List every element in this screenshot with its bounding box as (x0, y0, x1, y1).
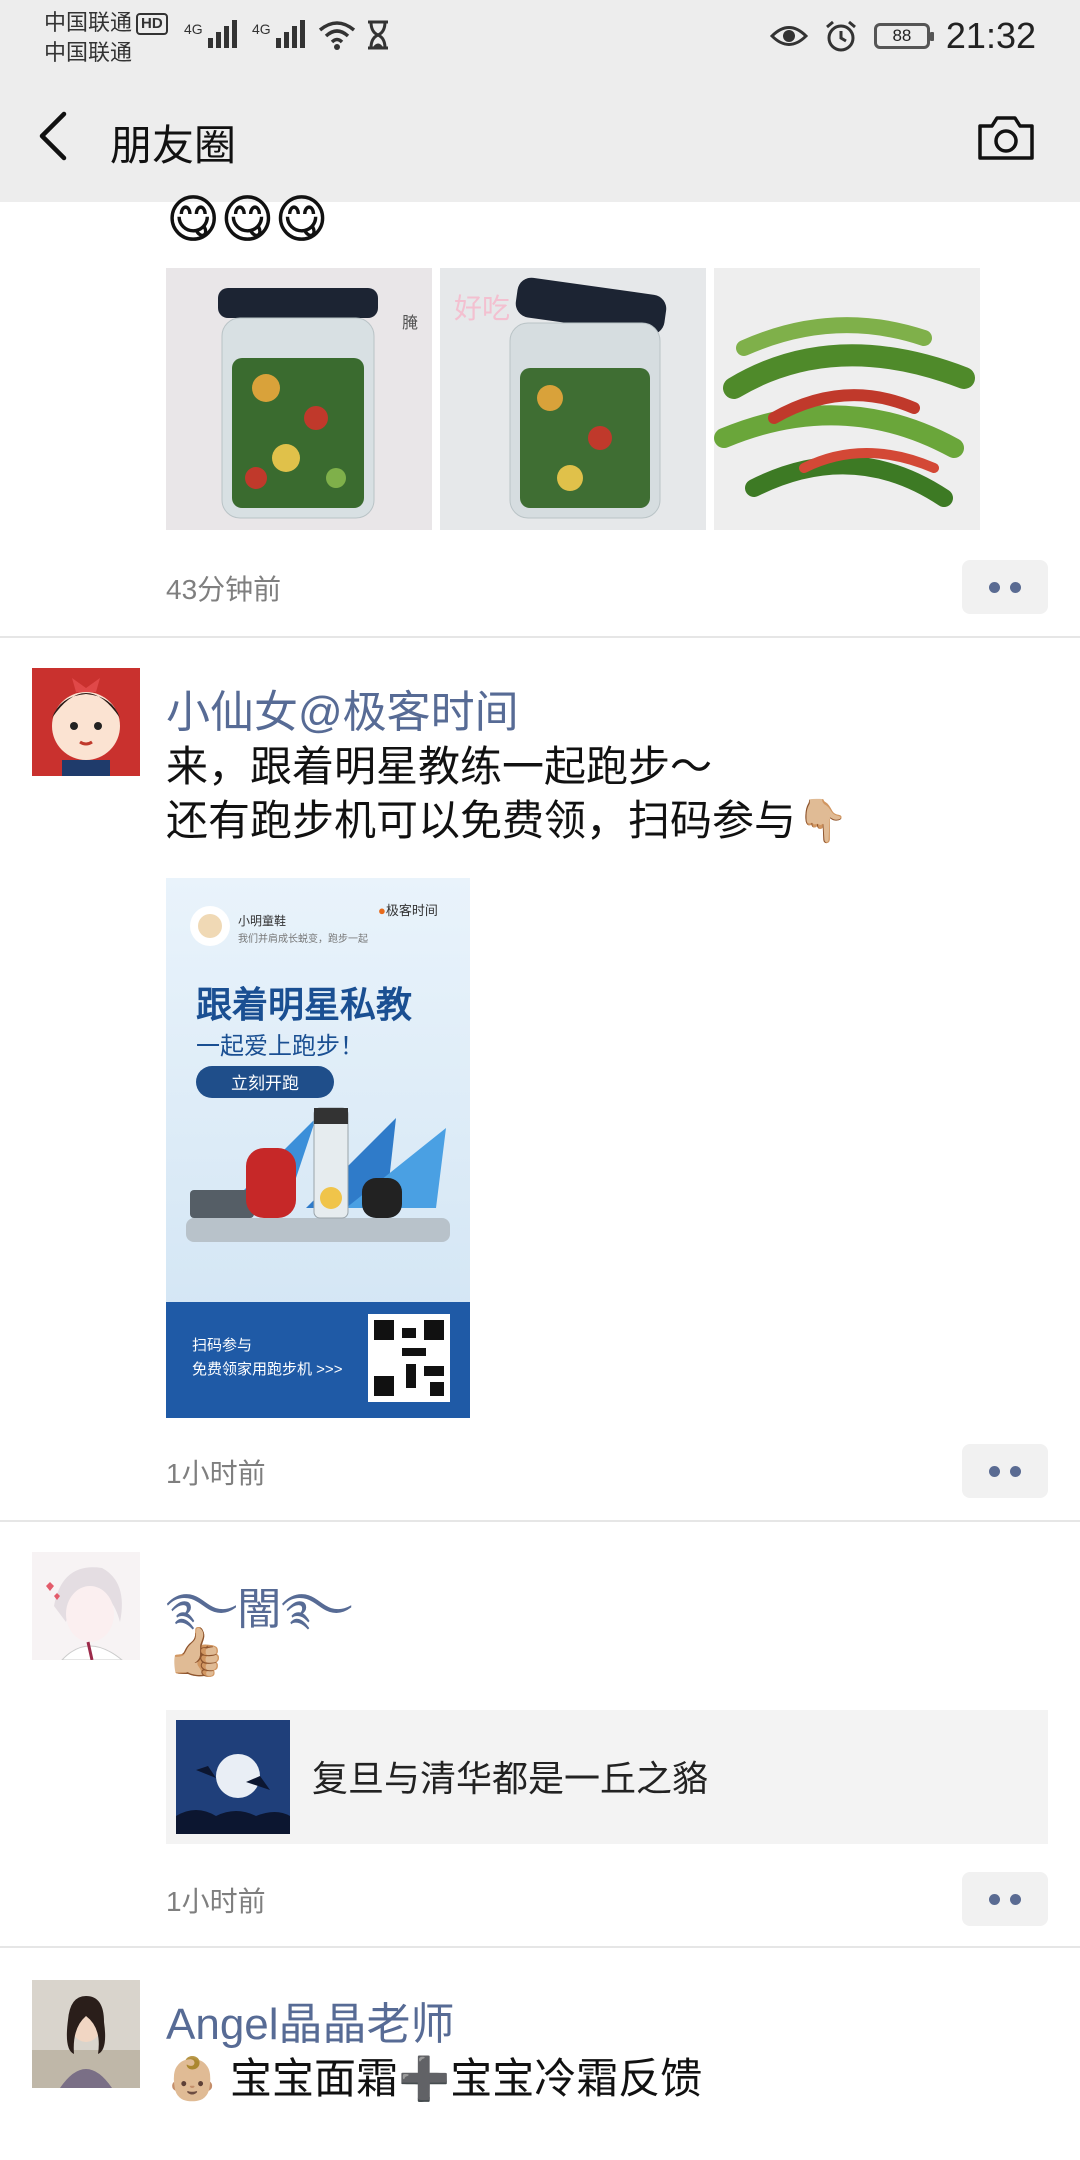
wifi-icon (318, 20, 356, 56)
post-text: 👶🏼 宝宝面霜➕宝宝冷霜反馈 (166, 2055, 703, 2102)
signal-icon: 4G (184, 18, 240, 54)
network-type: 4G (184, 21, 203, 37)
photo-jar-2[interactable]: 好吃 (440, 268, 706, 530)
carrier-info: 中国联通 HD 中国联通 (44, 8, 168, 68)
dot-icon (1010, 1466, 1021, 1477)
logo-text: 极客时间 (385, 903, 438, 918)
poster-brand: 小明童鞋 (238, 914, 287, 928)
divider (0, 1946, 1080, 1948)
user-name[interactable]: 小仙女@极客时间 (166, 676, 519, 740)
divider (0, 1520, 1080, 1522)
more-button[interactable] (962, 1444, 1048, 1498)
dot-icon (1010, 582, 1021, 593)
back-arrow-icon (39, 111, 67, 161)
avatar[interactable] (32, 1552, 140, 1660)
photo-jar-1[interactable]: 腌 (166, 268, 432, 530)
nav-bar: 朋友圈 (0, 72, 1080, 202)
carrier-name: 中国联通 (44, 10, 133, 35)
post-time: 1小时前 (166, 1458, 266, 1489)
dot-icon (989, 582, 1000, 593)
poster-footer-1: 扫码参与 (192, 1337, 253, 1354)
divider (0, 636, 1080, 638)
alarm-icon (825, 20, 856, 52)
network-type-2: 4G (252, 21, 271, 37)
post-text-line: 来，跟着明星教练一起跑步～ (166, 743, 713, 790)
poster-subline: 一起爱上跑步！ (196, 1033, 364, 1060)
poster-logo: ●极客时间 (378, 900, 438, 919)
photo-cucumber[interactable] (714, 268, 980, 530)
dot-icon (1010, 1894, 1021, 1905)
image-grid: 腌 好吃 (166, 268, 980, 530)
camera-button[interactable] (976, 112, 1036, 164)
logo-mark-icon: ● (378, 903, 386, 918)
post-time: 1小时前 (166, 1886, 266, 1917)
post-emoji-row: 😋😋😋 (166, 191, 329, 249)
link-thumbnail (176, 1720, 290, 1834)
avatar[interactable] (32, 1980, 140, 2088)
clock: 21:32 (945, 15, 1036, 56)
status-bar: 中国联通 HD 中国联通 4G 4G 88 21:32 (0, 0, 1080, 72)
post-text: 👍🏼 (166, 1626, 226, 1679)
dot-icon (989, 1894, 1000, 1905)
poster-button: 立刻开跑 (231, 1074, 299, 1093)
svg-text:腌: 腌 (402, 313, 418, 332)
signal-icon-2: 4G (252, 18, 308, 54)
user-name[interactable]: Angel晶晶老师 (166, 1988, 455, 2052)
camera-icon (978, 116, 1034, 160)
poster-headline: 跟着明星私教 (196, 984, 413, 1025)
carrier-name-2: 中国联通 (44, 40, 133, 65)
hd-badge: HD (136, 13, 168, 35)
battery-icon: 88 (873, 23, 934, 49)
shared-link-card[interactable]: 复旦与清华都是一丘之貉 (166, 1710, 1048, 1844)
ad-poster[interactable]: 小明童鞋 我们并肩成长蜕变，跑步一起 ●极客时间 跟着明星私教 一起爱上跑步！ … (166, 878, 470, 1418)
page-title: 朋友圈 (110, 122, 237, 169)
back-button[interactable] (34, 108, 74, 164)
post-text-line: 还有跑步机可以免费领，扫码参与👇🏼 (166, 797, 849, 844)
poster-brand-sub: 我们并肩成长蜕变，跑步一起 (238, 934, 368, 945)
post-time: 43分钟前 (166, 574, 282, 605)
more-button[interactable] (962, 1872, 1048, 1926)
more-button[interactable] (962, 560, 1048, 614)
dot-icon (989, 1466, 1000, 1477)
svg-text:好吃: 好吃 (454, 292, 510, 325)
link-title: 复旦与清华都是一丘之貉 (312, 1758, 709, 1799)
hourglass-icon (366, 20, 390, 56)
eye-icon (769, 26, 808, 46)
poster-footer-2: 免费领家用跑步机 >>> (192, 1361, 343, 1378)
avatar[interactable] (32, 668, 140, 776)
status-right: 88 21:32 (769, 14, 1036, 58)
